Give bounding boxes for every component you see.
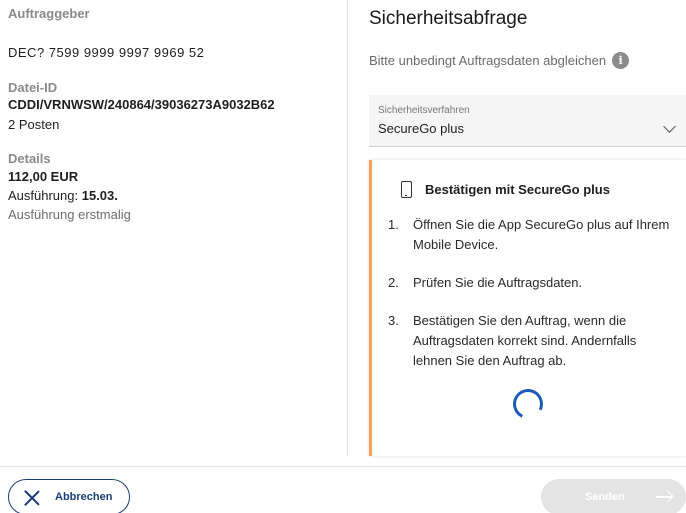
panel-header: Bestätigen mit SecureGo plus <box>401 181 610 198</box>
page-title: Sicherheitsabfrage <box>369 8 528 29</box>
select-value: SecureGo plus <box>378 121 464 136</box>
security-hint: Bitte unbedingt Auftragsdaten abgleichen… <box>369 52 630 69</box>
file-id-label: Datei-ID <box>8 80 58 95</box>
smartphone-icon <box>401 181 412 198</box>
loading-spinner <box>508 384 548 424</box>
list-item: 3. Bestätigen Sie den Auftrag, wenn die … <box>388 311 678 371</box>
amount: 112,00 EUR <box>8 169 79 184</box>
execution-label: Ausführung: <box>8 188 79 203</box>
cancel-label: Abbrechen <box>55 491 113 503</box>
hint-text: Bitte unbedingt Auftragsdaten abgleichen <box>369 53 607 68</box>
arrow-right-icon <box>656 496 672 498</box>
items-count: 2 Posten <box>8 117 60 132</box>
securego-panel: Bestätigen mit SecureGo plus 1. Öffnen S… <box>369 160 686 456</box>
file-id: CDDI/VRNWSW/240864/39036273A9032B62 <box>8 97 275 112</box>
info-icon[interactable]: i <box>612 52 630 69</box>
client-label: Auftraggeber <box>8 6 90 21</box>
step-number: 3. <box>388 313 399 328</box>
details-label: Details <box>8 151 51 166</box>
close-icon <box>23 489 40 506</box>
step-number: 1. <box>388 217 399 232</box>
cancel-button[interactable]: Abbrechen <box>8 479 130 513</box>
step-number: 2. <box>388 275 399 290</box>
execution-line: Ausführung: 15.03. <box>8 187 118 205</box>
execution-note: Ausführung erstmalig <box>8 207 131 222</box>
client-iban: DEC? 7599 9999 9997 9969 52 <box>8 45 205 60</box>
select-label: Sicherheitsverfahren <box>378 105 470 116</box>
panel-title: Bestätigen mit SecureGo plus <box>425 182 610 197</box>
execution-date: 15.03. <box>81 188 118 203</box>
list-item: 2. Prüfen Sie die Auftragsdaten. <box>388 273 678 293</box>
step-text: Bestätigen Sie den Auftrag, wenn die Auf… <box>413 313 637 368</box>
instruction-steps: 1. Öffnen Sie die App SecureGo plus auf … <box>388 215 678 389</box>
step-text: Prüfen Sie die Auftragsdaten. <box>413 275 583 290</box>
footer-divider <box>0 466 686 467</box>
step-text: Öffnen Sie die App SecureGo plus auf Ihr… <box>413 217 670 252</box>
send-label: Senden <box>585 491 625 503</box>
list-item: 1. Öffnen Sie die App SecureGo plus auf … <box>388 215 678 255</box>
send-button[interactable]: Senden <box>541 479 686 513</box>
vertical-divider <box>347 0 348 456</box>
security-method-select[interactable]: Sicherheitsverfahren SecureGo plus <box>369 95 686 147</box>
